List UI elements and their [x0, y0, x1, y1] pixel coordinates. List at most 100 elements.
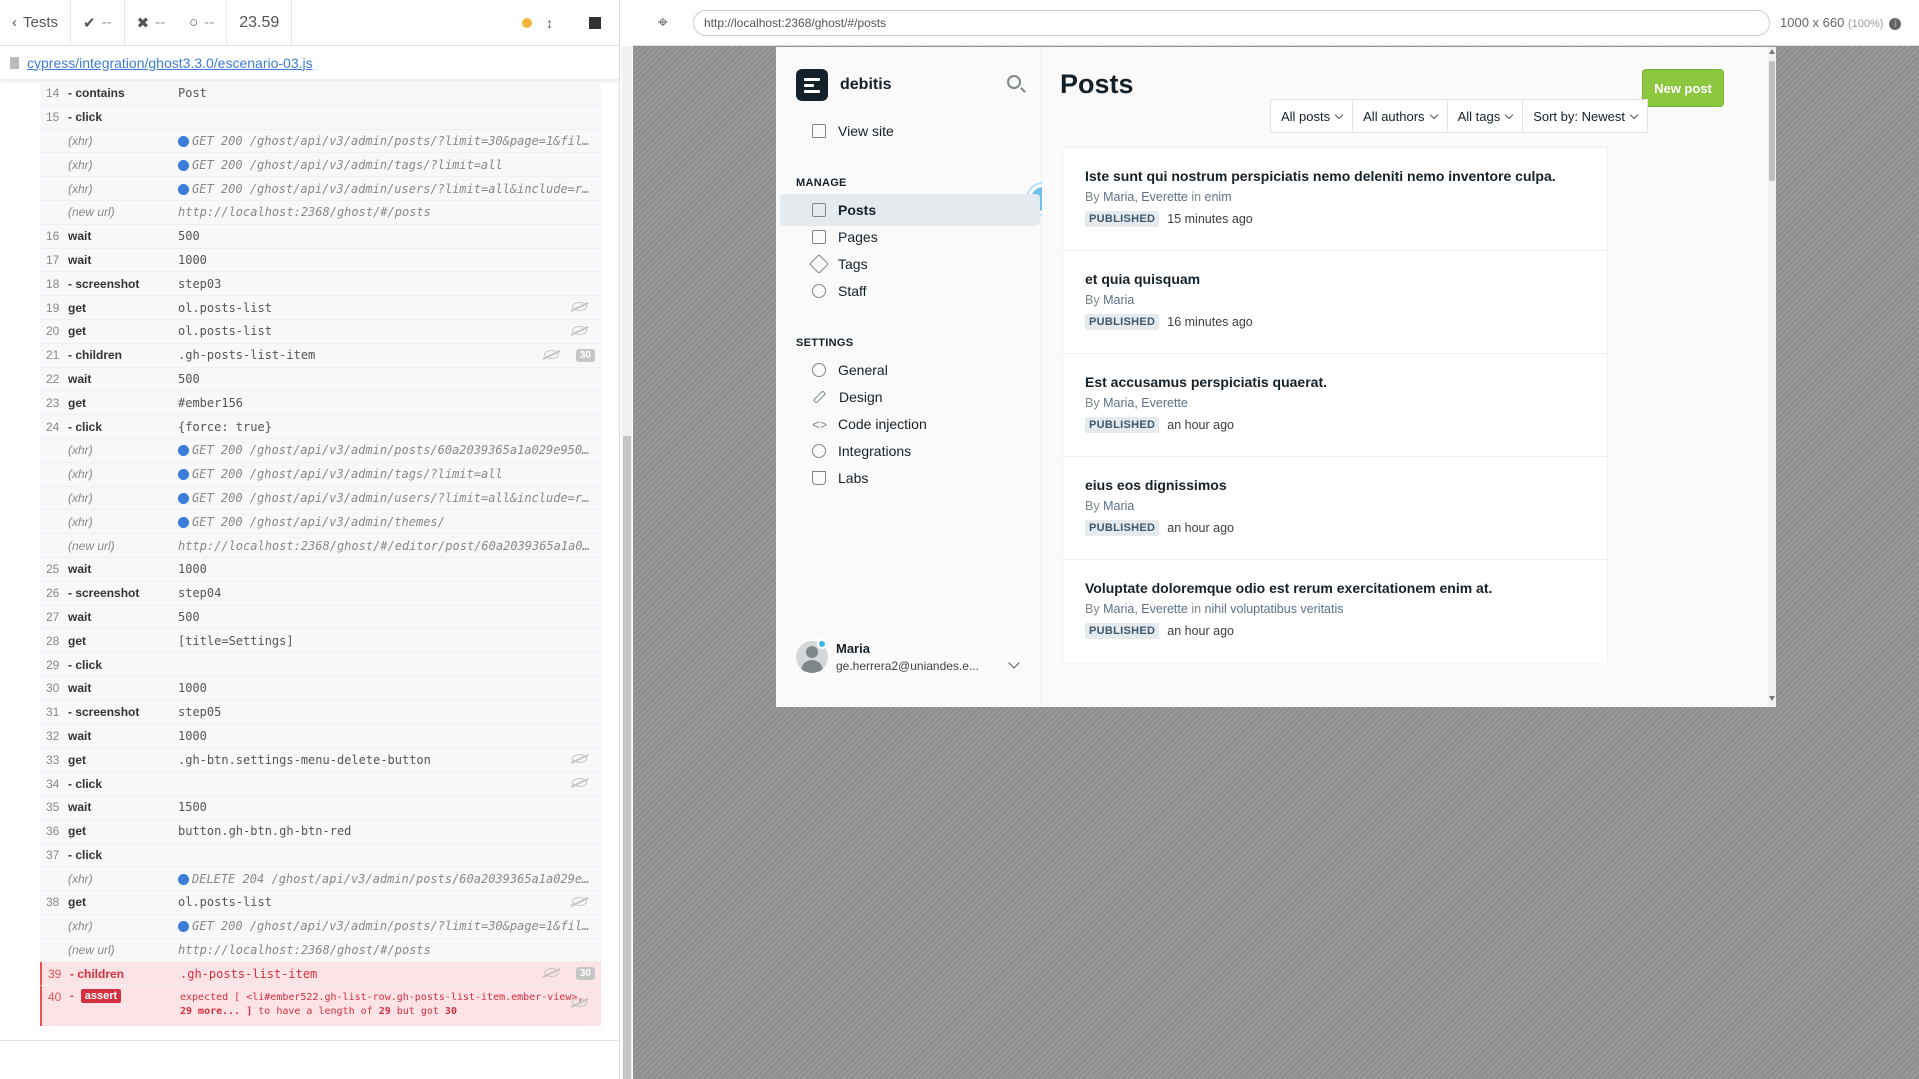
post-list-item[interactable]: Voluptate doloremque odio est rerum exer…	[1062, 559, 1608, 662]
command-number: 24	[46, 419, 60, 434]
tests-button[interactable]: ‹ Tests	[0, 0, 72, 45]
ghost-logo-icon	[796, 69, 828, 101]
post-list-item[interactable]: et quia quisquam By Maria PUBLISHED 16 minu…	[1062, 250, 1608, 353]
command-name: (new url)	[68, 538, 115, 553]
chevron-down-icon[interactable]	[1008, 657, 1020, 669]
command-name: (xhr)	[68, 157, 93, 172]
ghost-sidebar: debitis View site MANAGE Posts Pages Tag…	[776, 47, 1058, 707]
xhr-status-icon	[178, 445, 189, 457]
scroll-down-icon[interactable]	[1769, 696, 1775, 701]
post-list-item[interactable]: Est accusamus perspiciatis quaerat. By Ma…	[1062, 353, 1608, 456]
code-icon: <>	[812, 416, 828, 432]
gear-icon	[812, 363, 826, 377]
command-row[interactable]: 29 - click	[40, 653, 601, 677]
post-time: an hour ago	[1167, 521, 1234, 535]
post-list-item[interactable]: Iste sunt qui nostrum perspiciatis nemo …	[1062, 147, 1608, 250]
command-row[interactable]: 17 wait 1000	[40, 248, 601, 273]
runner-controls: ↕	[292, 0, 619, 45]
command-row[interactable]: 38 get ol.posts-list	[40, 891, 601, 915]
nav-staff[interactable]: Staff	[780, 275, 1040, 307]
command-message-text: DELETE 204 /ghost/api/v3/admin/posts/60a…	[192, 871, 601, 886]
post-status-row: PUBLISHED an hour ago	[1085, 623, 1585, 639]
post-by: By	[1085, 293, 1100, 307]
xhr-log-row[interactable]: (xhr) GET 200 /ghost/api/v3/admin/themes/	[40, 510, 601, 535]
command-row[interactable]: 15 - click	[40, 105, 601, 130]
command-row[interactable]: 24 - click {force: true}	[40, 415, 601, 439]
command-row[interactable]: 16 wait 500	[40, 224, 601, 249]
manage-heading: MANAGE	[796, 177, 847, 189]
search-icon[interactable]	[1007, 75, 1021, 89]
autoscroll-icon[interactable]: ↕	[546, 15, 553, 31]
command-message: 1000	[178, 681, 601, 695]
command-row[interactable]: 27 wait 500	[40, 605, 601, 630]
url-field[interactable]: http://localhost:2368/ghost/#/posts	[693, 9, 1770, 36]
command-row[interactable]: 25 wait 1000	[40, 557, 601, 582]
nav-labs[interactable]: Labs	[780, 462, 1040, 494]
reporter-scrollbar[interactable]	[622, 46, 632, 1079]
command-row[interactable]: 32 wait 1000	[40, 724, 601, 749]
scrollbar-thumb[interactable]	[1769, 61, 1775, 181]
staff-icon	[812, 284, 826, 298]
command-row[interactable]: 30 wait 1000	[40, 676, 601, 701]
scrollbar-thumb[interactable]	[623, 436, 631, 1079]
command-name: (new url)	[68, 205, 115, 220]
command-row[interactable]: 34 - click	[40, 772, 601, 796]
command-row[interactable]: 20 get ol.posts-list	[40, 319, 601, 344]
post-list-item[interactable]: eius eos dignissimos By Maria PUBLISHED an …	[1062, 456, 1608, 559]
command-row[interactable]: 36 get button.gh-btn.gh-btn-red	[40, 819, 601, 844]
command-row[interactable]: 21 - children .gh-posts-list-item 30	[40, 343, 601, 368]
post-status-row: PUBLISHED an hour ago	[1085, 417, 1585, 433]
status-badge: PUBLISHED	[1085, 520, 1160, 536]
command-row[interactable]: 28 get [title=Settings]	[40, 629, 601, 654]
post-authors: Maria, Everette	[1103, 602, 1188, 616]
command-row[interactable]: 19 get ol.posts-list	[40, 296, 601, 320]
post-authors: Maria	[1103, 293, 1135, 307]
stop-icon[interactable]	[589, 16, 601, 29]
filter-author[interactable]: All authors	[1352, 99, 1448, 133]
command-number: 17	[46, 252, 60, 267]
scroll-up-icon[interactable]	[1769, 49, 1775, 54]
command-row[interactable]: 37 - click	[40, 843, 601, 868]
new-post-button[interactable]: New post	[1642, 69, 1724, 107]
app-scrollbar[interactable]	[1768, 47, 1776, 707]
xhr-log-row[interactable]: (xhr) GET 200 /ghost/api/v3/admin/posts/?…	[40, 129, 601, 154]
command-row[interactable]: 26 - screenshot step04	[40, 581, 601, 606]
spec-path[interactable]: cypress/integration/ghost3.3.0/escenario…	[27, 55, 313, 71]
command-row[interactable]: 33 get .gh-btn.settings-menu-delete-button	[40, 748, 601, 773]
info-icon[interactable]: i	[1889, 18, 1902, 30]
brush-icon	[812, 390, 827, 404]
new-url-row[interactable]: (new url) http://localhost:2368/ghost/#/p…	[40, 938, 601, 963]
xhr-status-icon	[178, 492, 189, 504]
assert-row[interactable]: 40 - assert expected [ <li#ember522.gh-lis…	[40, 986, 601, 1027]
command-row[interactable]: 23 get #ember156	[40, 391, 601, 416]
xhr-log-row[interactable]: (xhr) GET 200 /ghost/api/v3/admin/users/?…	[40, 486, 601, 511]
command-row[interactable]: 18 - screenshot step03	[40, 272, 601, 297]
status-badge: PUBLISHED	[1085, 314, 1160, 330]
command-row[interactable]: 31 - screenshot step05	[40, 700, 601, 725]
command-row[interactable]: 14 - contains Post	[40, 82, 601, 106]
new-url-row[interactable]: (new url) http://localhost:2368/ghost/#/p…	[40, 200, 601, 225]
command-number: 27	[46, 609, 60, 624]
selector-playground-icon[interactable]: ⌖	[633, 12, 693, 33]
filter-sort[interactable]: Sort by: Newest	[1522, 99, 1648, 133]
post-title: Est accusamus perspiciatis quaerat.	[1085, 374, 1327, 390]
xhr-log-row[interactable]: (xhr) GET 200 /ghost/api/v3/admin/tags/?l…	[40, 462, 601, 487]
command-message: 1000	[178, 253, 601, 267]
nav-view-site[interactable]: View site	[780, 115, 1040, 147]
command-row[interactable]: 22 wait 500	[40, 367, 601, 392]
filter-type[interactable]: All posts	[1270, 99, 1354, 133]
new-url-row[interactable]: (new url) http://localhost:2368/ghost/#/e…	[40, 534, 601, 558]
command-row[interactable]: 35 wait 1500	[40, 795, 601, 820]
filter-tag[interactable]: All tags	[1446, 99, 1524, 133]
xhr-log-row[interactable]: (xhr) DELETE 204 /ghost/api/v3/admin/post…	[40, 867, 601, 892]
xhr-log-row[interactable]: (xhr) GET 200 /ghost/api/v3/admin/posts/?…	[40, 914, 601, 939]
cypress-reporter: ‹ Tests ✔ -- ✖ -- ○ -- 23.59 ↕ cypress/integ…	[0, 0, 620, 1079]
cross-icon: ✖	[136, 14, 150, 32]
xhr-log-row[interactable]: (xhr) GET 200 /ghost/api/v3/admin/users/?…	[40, 177, 601, 201]
brand[interactable]: debitis	[796, 69, 892, 101]
command-message-text: [title=Settings]	[178, 633, 294, 648]
xhr-log-row[interactable]: (xhr) GET 200 /ghost/api/v3/admin/tags/?l…	[40, 153, 601, 178]
command-row[interactable]: 39 - children .gh-posts-list-item 30	[40, 962, 601, 987]
xhr-log-row[interactable]: (xhr) GET 200 /ghost/api/v3/admin/posts/6…	[40, 438, 601, 463]
command-name: get	[68, 633, 86, 648]
